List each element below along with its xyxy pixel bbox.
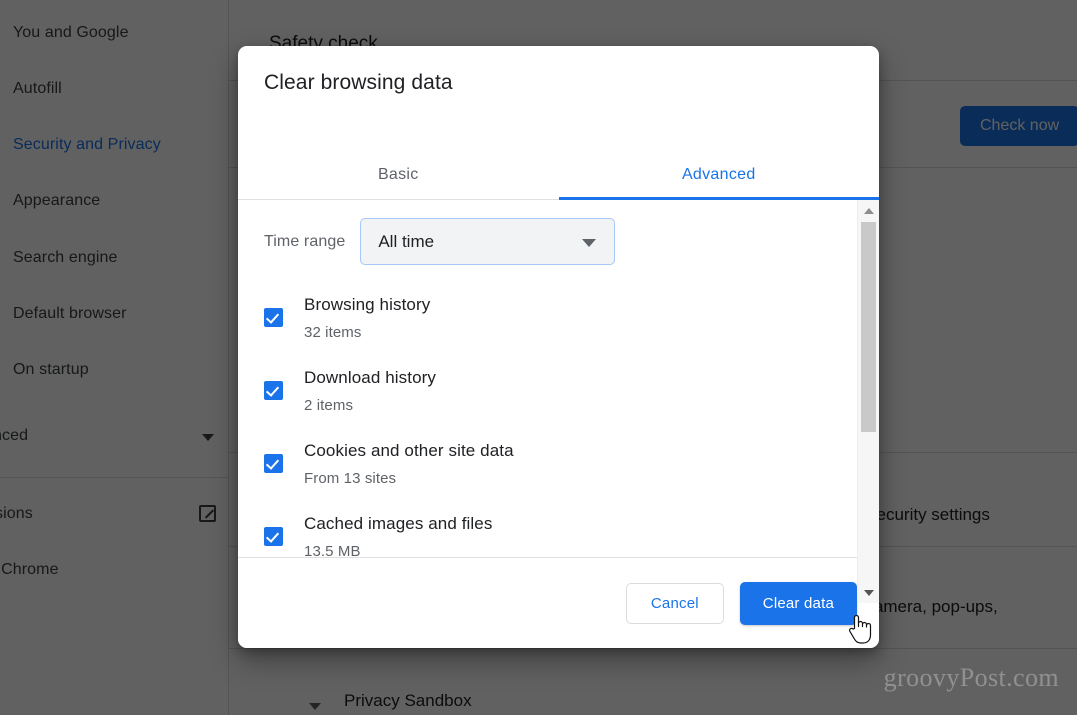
tab-advanced[interactable]: Advanced	[558, 151, 880, 200]
time-range-select[interactable]: All time	[360, 218, 616, 265]
list-item-title: Browsing history	[304, 295, 431, 314]
watermark: groovyPost.com	[883, 663, 1059, 692]
scroll-down-arrow-icon[interactable]	[858, 582, 879, 603]
list-item[interactable]: Download history 2 items	[238, 353, 857, 426]
scroll-up-arrow-icon[interactable]	[858, 200, 879, 221]
dialog-footer: Cancel Clear data	[238, 557, 879, 648]
list-item-title: Cached images and files	[304, 514, 493, 533]
chevron-down-icon	[582, 238, 597, 247]
list-item-title: Download history	[304, 368, 436, 387]
data-type-list: Browsing history 32 items Download histo…	[238, 280, 857, 603]
time-range-label: Time range	[264, 232, 346, 250]
clear-browsing-data-dialog: Clear browsing data Basic Advanced Time …	[238, 46, 879, 648]
tab-label: Advanced	[681, 166, 756, 183]
dialog-scroll-body: Time range All time Browsing history 32 …	[238, 200, 879, 603]
checkbox-download-history[interactable]	[264, 381, 283, 400]
dialog-tabs: Basic Advanced	[238, 151, 879, 200]
time-range-value: All time	[378, 231, 435, 251]
time-range-row: Time range All time	[264, 218, 616, 265]
list-item-subtitle: 32 items	[304, 324, 362, 341]
tab-basic[interactable]: Basic	[238, 151, 559, 199]
list-item[interactable]: Browsing history 32 items	[238, 280, 857, 353]
list-item-subtitle: 2 items	[304, 397, 354, 414]
scrollbar-thumb[interactable]	[861, 222, 876, 432]
checkbox-cached-images-and-files[interactable]	[264, 527, 283, 546]
screen: You and Google Autofill Security and Pri…	[0, 0, 1077, 715]
cancel-button[interactable]: Cancel	[625, 582, 724, 624]
clear-data-button[interactable]: Clear data	[739, 581, 857, 625]
list-item-title: Cookies and other site data	[304, 441, 514, 460]
dialog-scrollbar[interactable]	[857, 200, 879, 603]
checkbox-browsing-history[interactable]	[264, 308, 283, 327]
tab-label: Basic	[377, 166, 419, 183]
list-item-subtitle: From 13 sites	[304, 470, 397, 487]
list-item[interactable]: Cookies and other site data From 13 site…	[238, 426, 857, 499]
checkbox-cookies-and-other-site-data[interactable]	[264, 454, 283, 473]
dialog-title: Clear browsing data	[264, 71, 453, 94]
